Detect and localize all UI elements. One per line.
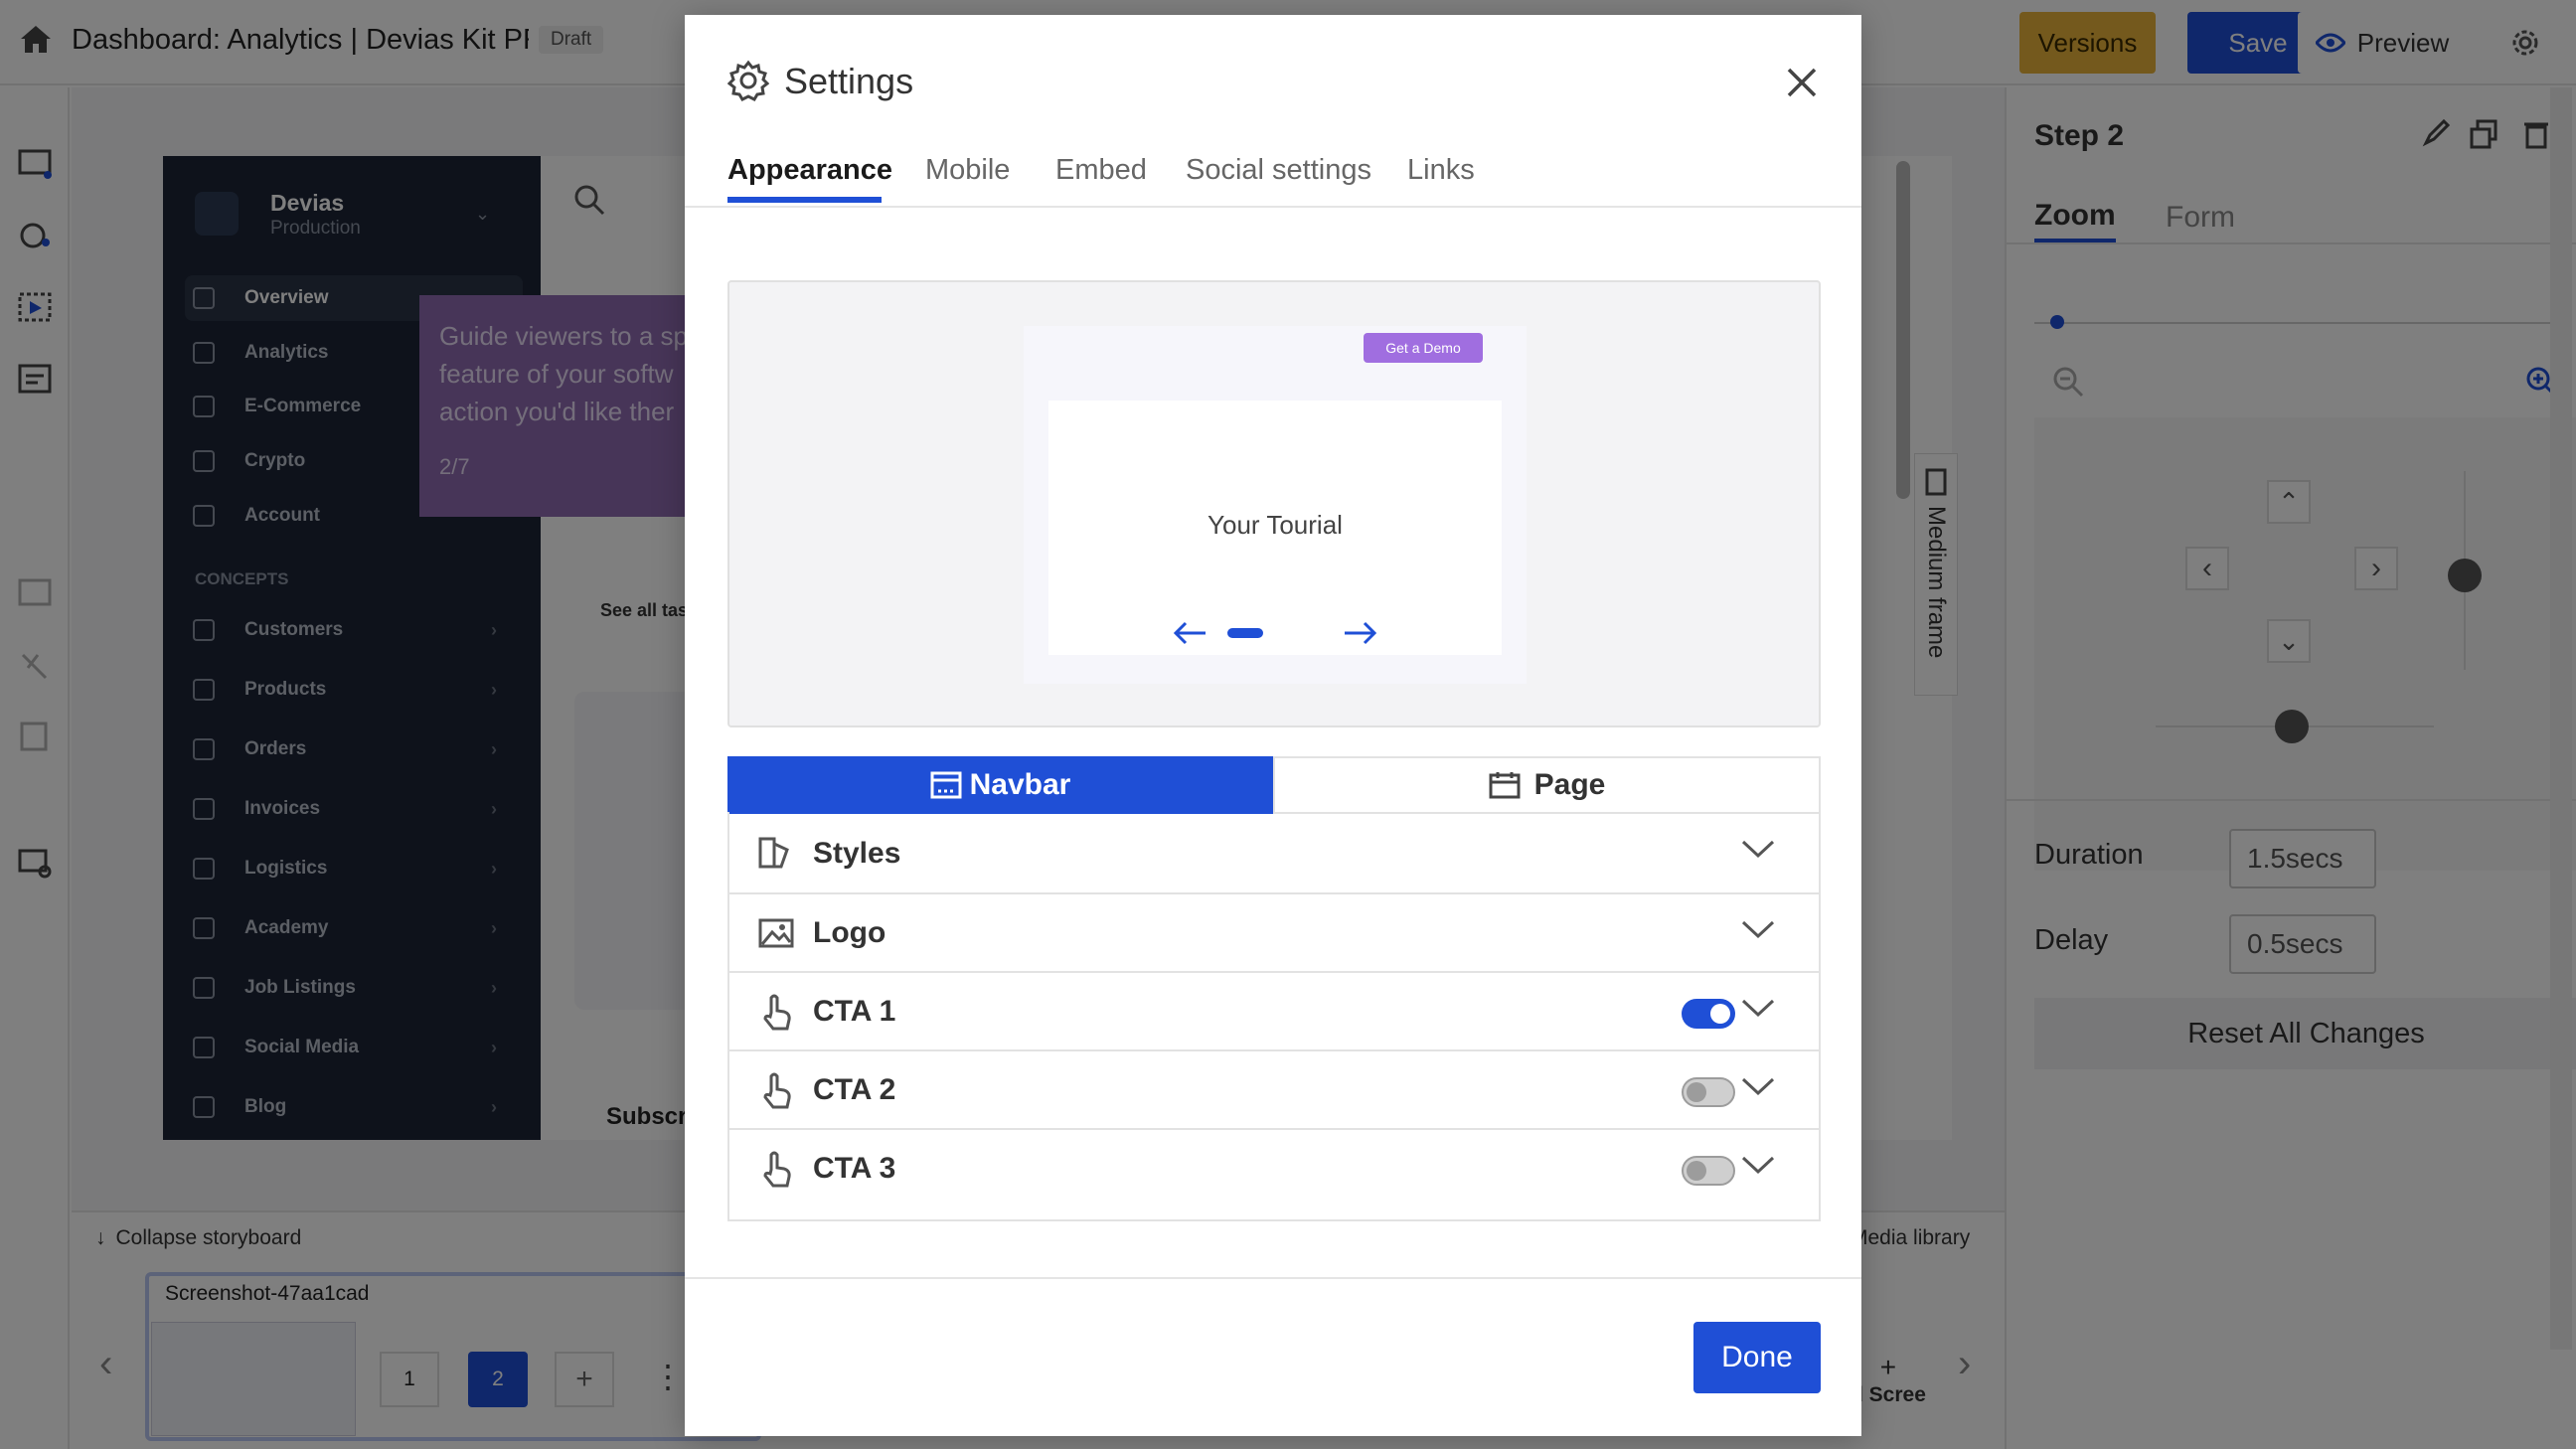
- segment-page[interactable]: Page: [1273, 756, 1821, 814]
- pointer-hand-icon: [757, 993, 795, 1033]
- accordion-cta-1[interactable]: CTA 1: [727, 971, 1821, 1049]
- tab-links[interactable]: Links: [1407, 154, 1475, 187]
- preview-content: Your Tourial: [1048, 401, 1502, 655]
- arrow-left-icon: [1172, 621, 1208, 645]
- cta-1-toggle[interactable]: [1682, 999, 1735, 1029]
- pointer-hand-icon: [757, 1071, 795, 1111]
- chevron-down-icon: [1741, 838, 1775, 860]
- done-button[interactable]: Done: [1693, 1322, 1821, 1393]
- gear-icon: [727, 60, 769, 101]
- footer-divider: [685, 1277, 1861, 1279]
- segment-page-label: Page: [1533, 768, 1606, 801]
- chevron-down-icon: [1741, 918, 1775, 940]
- accordion-styles[interactable]: Styles: [727, 814, 1821, 892]
- segment-navbar[interactable]: Navbar: [727, 756, 1273, 814]
- appearance-preview: Get a Demo Your Tourial: [727, 280, 1821, 727]
- accordion-cta-2[interactable]: CTA 2: [727, 1049, 1821, 1128]
- cta-2-label: CTA 2: [813, 1072, 896, 1106]
- tab-embed[interactable]: Embed: [1055, 154, 1147, 187]
- styles-label: Styles: [813, 836, 901, 870]
- accordion-logo[interactable]: Logo: [727, 892, 1821, 971]
- tab-social-settings[interactable]: Social settings: [1186, 154, 1371, 187]
- pointer-hand-icon: [757, 1150, 795, 1190]
- chevron-down-icon: [1741, 997, 1775, 1019]
- styles-icon: [757, 834, 795, 872]
- chevron-down-icon: [1741, 1075, 1775, 1097]
- close-icon[interactable]: [1786, 67, 1818, 98]
- preview-text: Your Tourial: [1208, 510, 1343, 540]
- cta-2-toggle[interactable]: [1682, 1077, 1735, 1107]
- get-a-demo-button: Get a Demo: [1364, 333, 1483, 363]
- calendar-icon: [1489, 771, 1521, 799]
- arrow-right-icon: [1343, 621, 1378, 645]
- image-icon: [757, 914, 795, 952]
- logo-label: Logo: [813, 915, 886, 949]
- cta-1-label: CTA 1: [813, 994, 896, 1028]
- tab-appearance[interactable]: Appearance: [727, 154, 892, 187]
- progress-indicator: [1227, 628, 1263, 638]
- accordion-cta-3[interactable]: CTA 3: [727, 1128, 1821, 1207]
- chevron-down-icon: [1741, 1154, 1775, 1176]
- navbar-icon: [930, 771, 962, 799]
- preview-frame: Get a Demo Your Tourial: [1024, 326, 1527, 684]
- cta-3-toggle[interactable]: [1682, 1156, 1735, 1186]
- tab-mobile[interactable]: Mobile: [925, 154, 1010, 187]
- active-tab-indicator: [727, 197, 882, 203]
- tabs-divider: [685, 206, 1861, 208]
- segment-navbar-label: Navbar: [969, 768, 1071, 801]
- settings-modal: Settings Appearance Mobile Embed Social …: [685, 15, 1861, 1436]
- cta-3-label: CTA 3: [813, 1151, 896, 1185]
- modal-title: Settings: [784, 61, 914, 101]
